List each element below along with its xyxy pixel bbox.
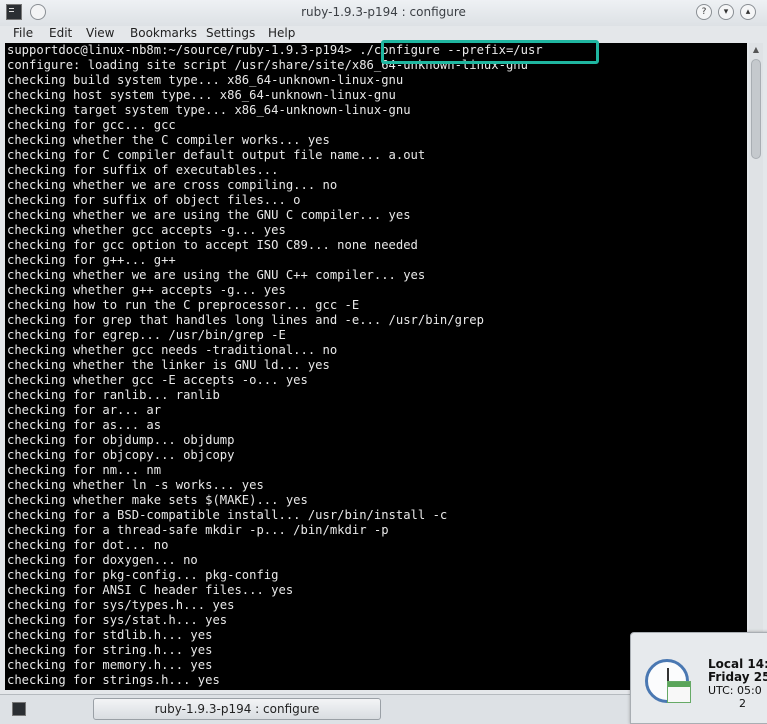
scroll-thumb[interactable]: [751, 59, 761, 159]
terminal-window: ruby-1.9.3-p194 : configure ? ▾ ▴ File E…: [0, 0, 767, 694]
terminal-line: checking for objdump... objdump: [7, 433, 235, 447]
terminal-line: checking whether g++ accepts -g... yes: [7, 283, 286, 297]
terminal-lines: configure: loading site script /usr/shar…: [7, 58, 528, 688]
terminal-line: checking for suffix of executables...: [7, 163, 279, 177]
terminal-line: checking for sys/types.h... yes: [7, 598, 235, 612]
help-button[interactable]: ?: [696, 4, 712, 20]
terminal-line: checking for sys/stat.h... yes: [7, 613, 228, 627]
terminal-line: checking for nm... nm: [7, 463, 162, 477]
clock-extra: 2: [739, 697, 746, 710]
menu-bookmarks[interactable]: Bookmarks: [130, 26, 197, 40]
terminal-line: checking for doxygen... no: [7, 553, 198, 567]
terminal-line: checking whether ln -s works... yes: [7, 478, 264, 492]
terminal-line: checking for string.h... yes: [7, 643, 213, 657]
taskbar-task-item[interactable]: ruby-1.9.3-p194 : configure: [93, 698, 381, 720]
maximize-button[interactable]: ▴: [740, 4, 756, 20]
terminal-line: checking whether gcc needs -traditional.…: [7, 343, 338, 357]
minimize-button[interactable]: ▾: [718, 4, 734, 20]
terminal-line: checking for egrep... /usr/bin/grep -E: [7, 328, 286, 342]
terminal-line: checking whether make sets $(MAKE)... ye…: [7, 493, 308, 507]
terminal-line: checking for a thread-safe mkdir -p... /…: [7, 523, 389, 537]
calendar-icon: [667, 681, 691, 703]
terminal-line: checking for gcc... gcc: [7, 118, 176, 132]
menu-settings[interactable]: Settings: [206, 26, 255, 40]
terminal-line: checking target system type... x86_64-un…: [7, 103, 411, 117]
terminal-line: checking for ar... ar: [7, 403, 162, 417]
terminal-prompt: supportdoc@linux-nb8m:~/source/ruby-1.9.…: [7, 43, 352, 57]
terminal-line: checking for C compiler default output f…: [7, 148, 426, 162]
terminal-line: checking for g++... g++: [7, 253, 176, 267]
command-highlight-box: [381, 40, 599, 64]
terminal-line: checking how to run the C preprocessor..…: [7, 298, 360, 312]
menu-file[interactable]: File: [13, 26, 33, 40]
terminal-line: checking for memory.h... yes: [7, 658, 213, 672]
terminal-line: checking for ANSI C header files... yes: [7, 583, 294, 597]
terminal-line: checking whether the C compiler works...…: [7, 133, 330, 147]
terminal-line: checking for gcc option to accept ISO C8…: [7, 238, 418, 252]
scroll-up-arrow-icon[interactable]: ▲: [749, 45, 763, 55]
terminal-line: checking whether we are using the GNU C+…: [7, 268, 426, 282]
terminal-line: checking for a BSD-compatible install...…: [7, 508, 448, 522]
terminal-line: checking whether gcc -E accepts -o... ye…: [7, 373, 308, 387]
terminal-line: checking for ranlib... ranlib: [7, 388, 220, 402]
terminal-line: checking for dot... no: [7, 538, 169, 552]
terminal-line: checking whether we are using the GNU C …: [7, 208, 411, 222]
terminal-line: checking for pkg-config... pkg-config: [7, 568, 279, 582]
terminal-line: checking for strings.h... yes: [7, 673, 220, 687]
terminal-line: checking for stdlib.h... yes: [7, 628, 213, 642]
clock-local-time: Local 14:: [708, 657, 767, 671]
taskbar-terminal-icon[interactable]: [12, 702, 26, 716]
terminal-line: checking whether gcc accepts -g... yes: [7, 223, 286, 237]
clock-popup: Local 14: Friday 25 UTC: 05:0 2: [630, 632, 767, 724]
terminal-line: checking whether the linker is GNU ld...…: [7, 358, 330, 372]
terminal-line: checking build system type... x86_64-unk…: [7, 73, 404, 87]
clock-day: Friday 25: [708, 670, 767, 684]
menu-help[interactable]: Help: [268, 26, 295, 40]
terminal-line: checking host system type... x86_64-unkn…: [7, 88, 396, 102]
menu-edit[interactable]: Edit: [49, 26, 72, 40]
window-title: ruby-1.9.3-p194 : configure: [301, 5, 466, 19]
title-bar[interactable]: ruby-1.9.3-p194 : configure ? ▾ ▴: [0, 0, 767, 26]
menu-view[interactable]: View: [86, 26, 114, 40]
terminal-line: checking for suffix of object files... o: [7, 193, 301, 207]
terminal-scrollbar[interactable]: ▲: [749, 43, 763, 690]
terminal-line: checking for grep that handles long line…: [7, 313, 484, 327]
clock-utc: UTC: 05:0: [708, 684, 762, 697]
terminal-output[interactable]: supportdoc@linux-nb8m:~/source/ruby-1.9.…: [5, 43, 747, 690]
terminal-line: checking for as... as: [7, 418, 162, 432]
terminal-line: checking whether we are cross compiling.…: [7, 178, 338, 192]
terminal-line: checking for objcopy... objcopy: [7, 448, 235, 462]
